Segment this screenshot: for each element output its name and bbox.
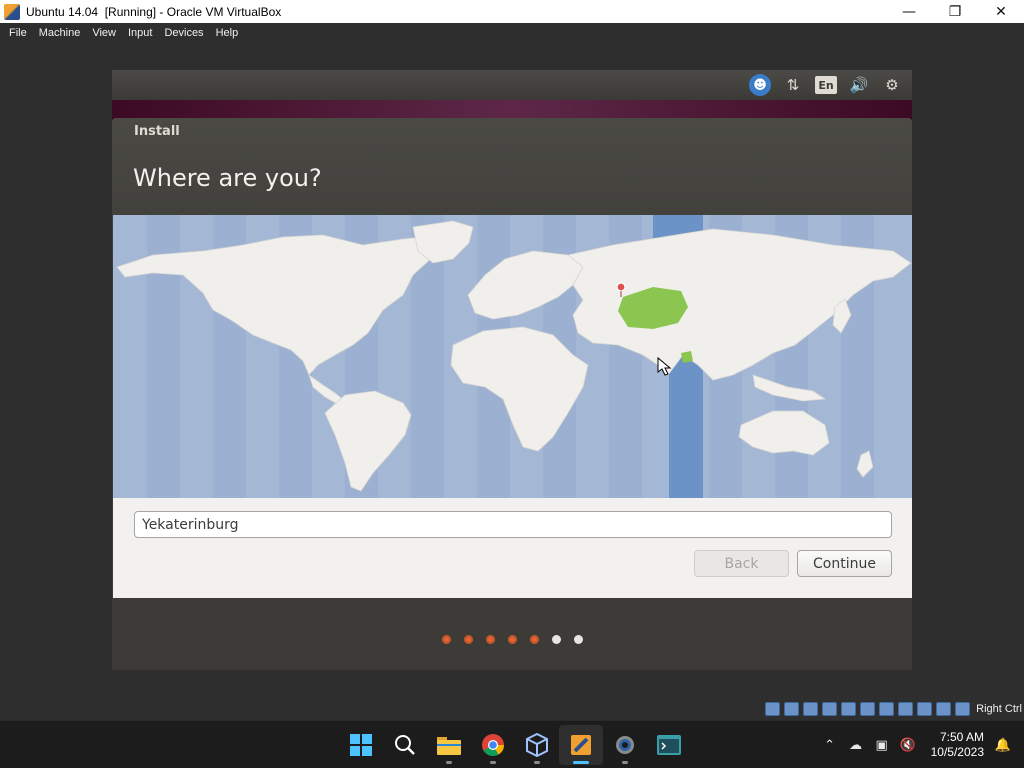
host-key-label: Right Ctrl — [976, 703, 1022, 715]
progress-dot-2 — [464, 635, 473, 644]
maximize-button[interactable]: ❐ — [932, 0, 978, 23]
virtualization-icon[interactable] — [917, 702, 933, 716]
audio-icon[interactable] — [803, 702, 819, 716]
volume-muted-icon[interactable]: 🔇 — [895, 732, 921, 758]
window-controls: — ❐ ✕ — [886, 0, 1024, 23]
clock-time: 7:50 AM — [939, 730, 984, 744]
display-icon[interactable] — [879, 702, 895, 716]
continue-button[interactable]: Continue — [797, 550, 892, 577]
usb-icon[interactable] — [841, 702, 857, 716]
file-explorer-icon[interactable] — [427, 725, 471, 765]
world-map-graphic[interactable] — [113, 215, 912, 498]
land-south-america — [324, 390, 412, 492]
menu-file[interactable]: File — [9, 27, 27, 39]
timezone-input[interactable] — [134, 511, 892, 538]
chrome-icon[interactable] — [471, 725, 515, 765]
virtualbox-vm-icon[interactable] — [559, 725, 603, 765]
menu-devices[interactable]: Devices — [164, 27, 203, 39]
progress-dot-3 — [486, 635, 495, 644]
network-icon[interactable]: ⇅ — [781, 74, 805, 96]
land-australia — [738, 410, 830, 456]
progress-dots — [442, 635, 596, 644]
notification-bell-icon[interactable]: 🔔 — [990, 732, 1016, 758]
ubuntu-top-panel: ☻ ⇅ En 🔊 ⚙ — [112, 70, 912, 100]
progress-dot-5 — [530, 635, 539, 644]
hard-disk-icon[interactable] — [765, 702, 781, 716]
window-title: Ubuntu 14.04 [Running] - Oracle VM Virtu… — [26, 4, 282, 19]
shared-folders-icon[interactable] — [860, 702, 876, 716]
chevron-up-icon[interactable]: ⌃ — [817, 732, 843, 758]
close-button[interactable]: ✕ — [978, 0, 1024, 23]
page-title: Where are you? — [133, 164, 322, 192]
cloud-info-icon[interactable]: ☁ — [843, 732, 869, 758]
virtualbox-icon[interactable] — [515, 725, 559, 765]
vbox-menubar: File Machine View Input Devices Help — [0, 23, 1024, 43]
network-adapter-icon[interactable] — [822, 702, 838, 716]
virtualbox-app-icon — [4, 3, 20, 20]
progress-dot-4 — [508, 635, 517, 644]
sound-icon[interactable]: 🔊 — [847, 74, 871, 96]
minimize-button[interactable]: — — [886, 0, 932, 23]
windows-taskbar: ⌃ ☁ ▣ 🔇 7:50 AM 10/5/2023 🔔 — [0, 720, 1024, 768]
system-clock[interactable]: 7:50 AM 10/5/2023 — [931, 730, 984, 760]
settings-icon[interactable] — [603, 725, 647, 765]
installer-window-title: Install — [134, 124, 180, 139]
optical-drive-icon[interactable] — [784, 702, 800, 716]
keyboard-capture-icon[interactable] — [955, 702, 971, 716]
desktop-background-strip — [112, 100, 912, 120]
progress-dot-6 — [552, 635, 561, 644]
windows-start-icon[interactable] — [339, 725, 383, 765]
system-tray: ⌃ ☁ ▣ 🔇 7:50 AM 10/5/2023 🔔 — [817, 721, 1024, 768]
menu-input[interactable]: Input — [128, 27, 152, 39]
taskbar-apps — [339, 721, 691, 768]
language-indicator: En — [815, 76, 837, 94]
accessibility-icon[interactable]: ☻ — [748, 74, 772, 96]
settings-gear-icon[interactable]: ⚙ — [880, 74, 904, 96]
keyboard-language-icon[interactable]: En — [814, 74, 838, 96]
recording-icon[interactable] — [898, 702, 914, 716]
installer-window: Install Where are you? Yekaterinburg Bac… — [112, 118, 912, 670]
search-icon[interactable] — [383, 725, 427, 765]
host-titlebar: Ubuntu 14.04 [Running] - Oracle VM Virtu… — [0, 0, 1024, 23]
menu-view[interactable]: View — [92, 27, 116, 39]
back-button[interactable]: Back — [694, 550, 789, 577]
vbox-statusbar: Right Ctrl — [0, 698, 1024, 720]
progress-dot-7 — [574, 635, 583, 644]
network-status-icon[interactable]: ▣ — [869, 732, 895, 758]
timezone-map[interactable] — [113, 215, 912, 498]
menu-machine[interactable]: Machine — [39, 27, 81, 39]
menu-help[interactable]: Help — [216, 27, 239, 39]
installer-form-area: Back Continue — [113, 498, 912, 598]
mouse-integration-icon[interactable] — [936, 702, 952, 716]
progress-dot-1 — [442, 635, 451, 644]
clock-date: 10/5/2023 — [930, 745, 984, 759]
terminal-icon[interactable] — [647, 725, 691, 765]
